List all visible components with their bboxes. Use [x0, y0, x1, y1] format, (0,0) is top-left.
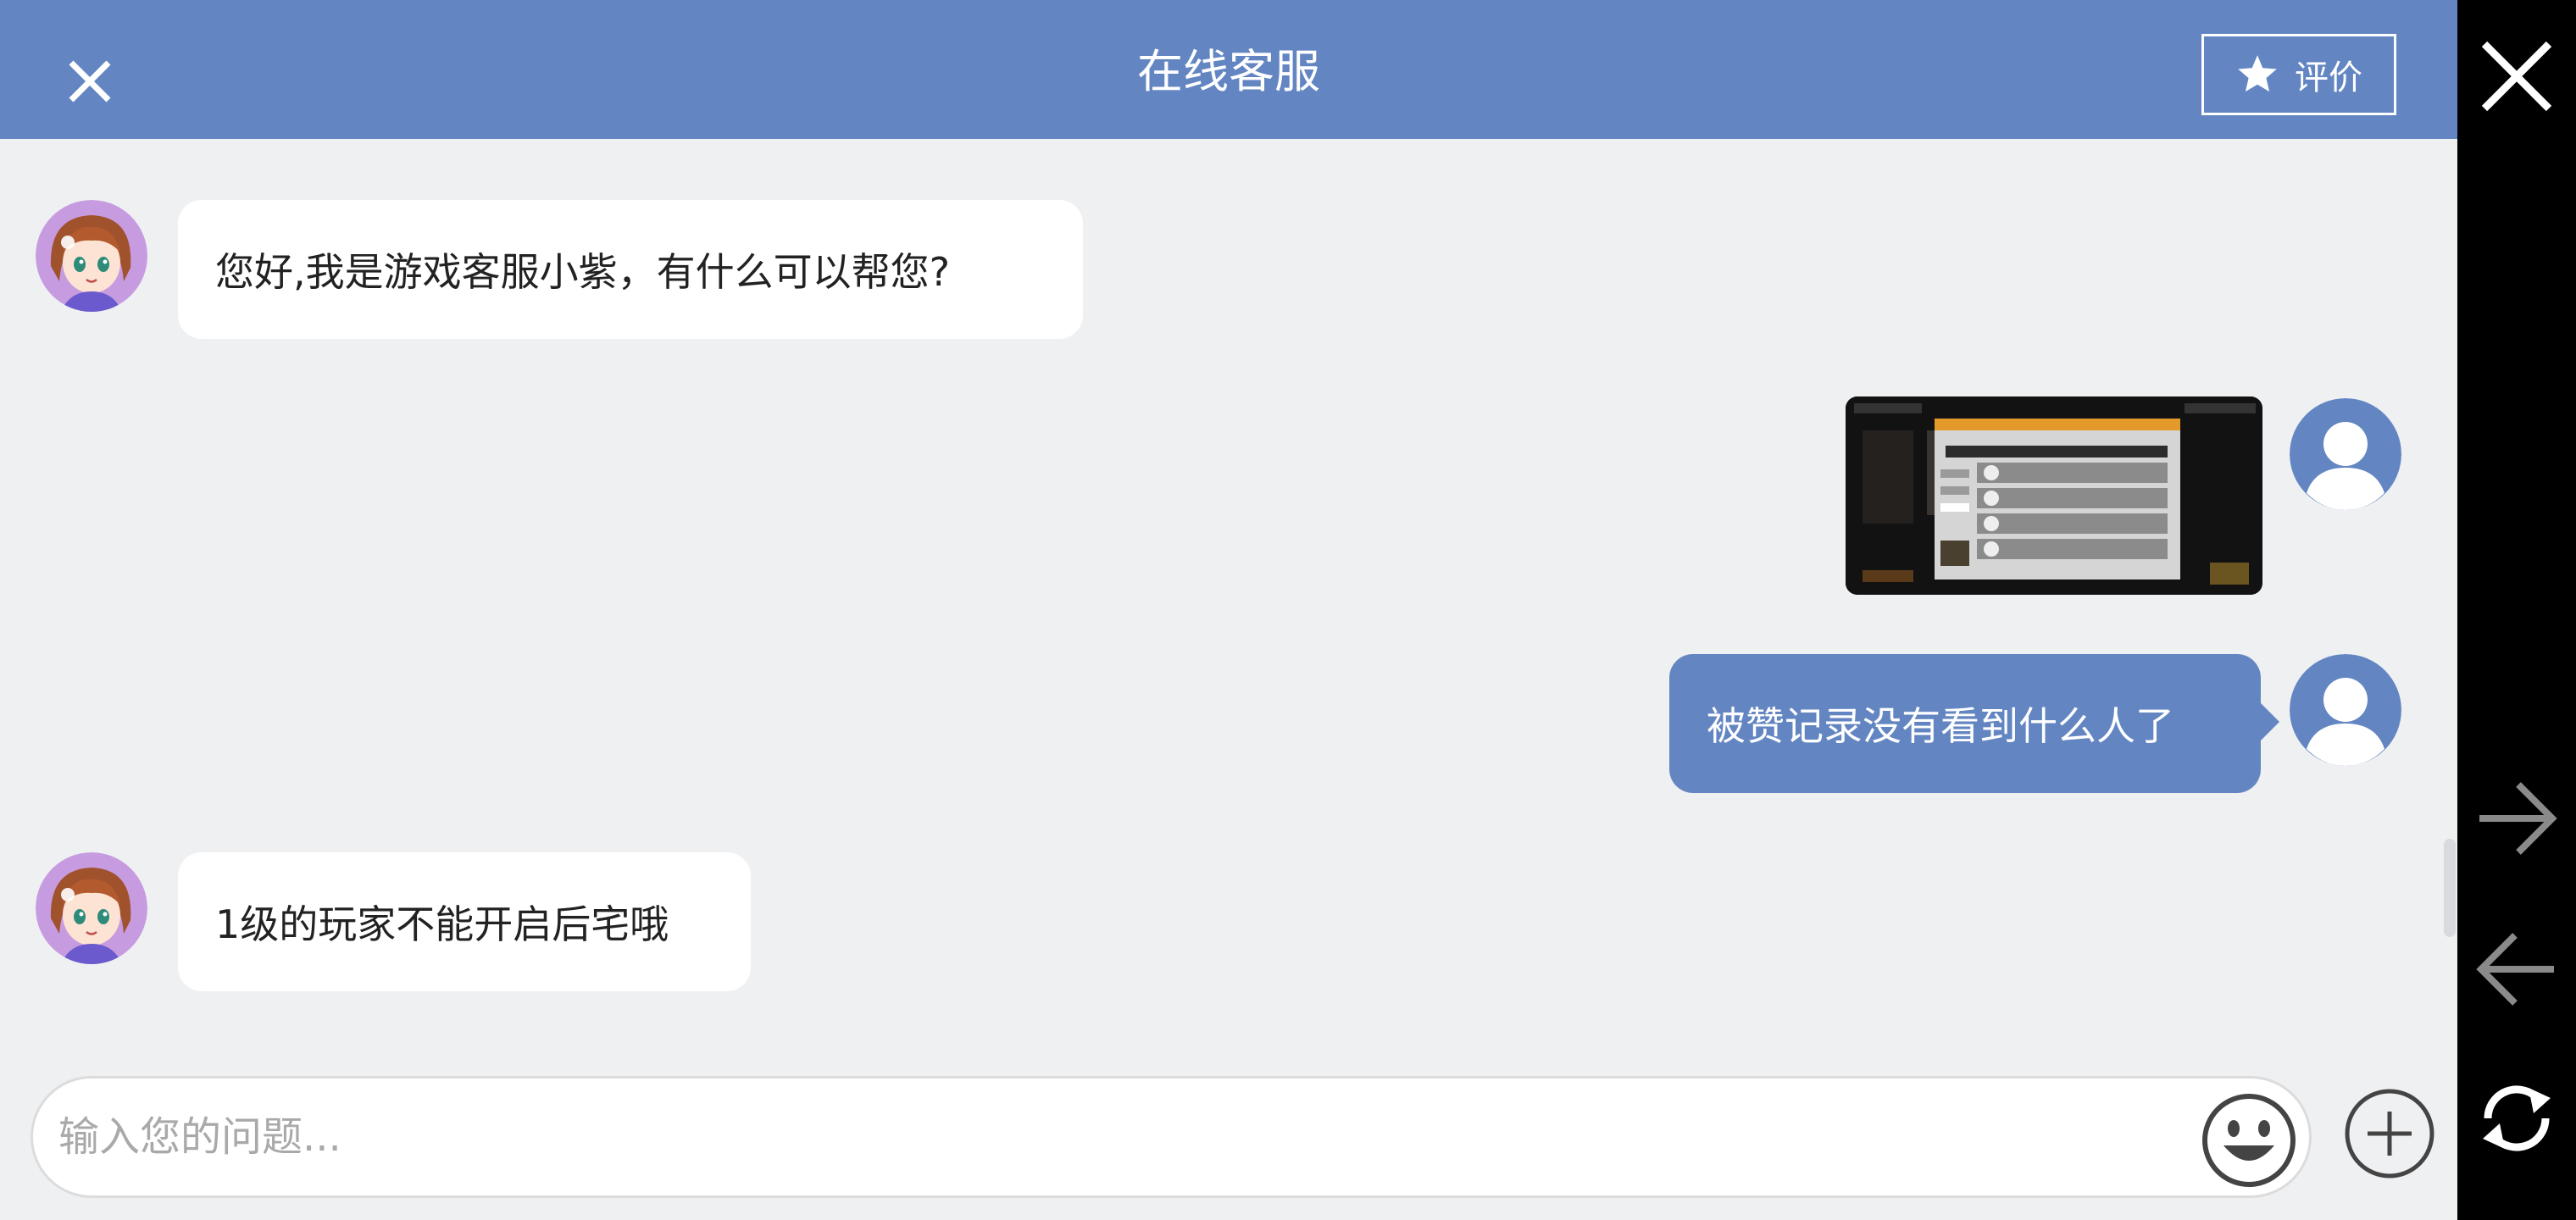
agent-message-bubble: 您好,我是游戏客服小紫，有什么可以帮您? — [178, 200, 1083, 339]
star-icon — [2238, 55, 2277, 92]
back-button[interactable] — [2474, 927, 2559, 1012]
agent-avatar — [36, 852, 147, 964]
agent-message-bubble: 1级的玩家不能开启后宅哦 — [178, 852, 751, 991]
agent-avatar — [36, 200, 147, 312]
arrow-left-icon — [2476, 933, 2554, 1006]
refresh-icon — [2483, 1085, 2551, 1151]
message-text: 1级的玩家不能开启后宅哦 — [215, 901, 669, 947]
rate-button-label: 评价 — [2295, 58, 2362, 97]
emoji-button[interactable] — [2200, 1091, 2298, 1190]
sent-image-thumbnail[interactable] — [1846, 396, 2262, 595]
add-attachment-button[interactable] — [2342, 1086, 2437, 1181]
user-avatar — [2290, 654, 2401, 766]
message-input-placeholder: 输入您的问题... — [58, 1113, 341, 1161]
input-bar: 输入您的问题... — [0, 1051, 2457, 1220]
refresh-button[interactable] — [2474, 1076, 2559, 1161]
message-text: 被赞记录没有看到什么人了 — [1707, 703, 2174, 749]
page-title: 在线客服 — [1137, 45, 1320, 98]
side-toolbar — [2457, 0, 2576, 1220]
rate-button[interactable]: 评价 — [2201, 34, 2396, 115]
header: 在线客服 评价 — [0, 0, 2457, 139]
message-text: 您好,我是游戏客服小紫，有什么可以帮您? — [215, 249, 951, 295]
smiley-icon — [2202, 1094, 2296, 1187]
scrollbar[interactable] — [2444, 839, 2456, 937]
arrow-right-icon — [2479, 782, 2557, 855]
user-message-bubble: 被赞记录没有看到什么人了 — [1669, 654, 2279, 793]
plus-circle-icon — [2345, 1089, 2434, 1178]
close-icon — [2481, 41, 2552, 112]
user-avatar — [2290, 398, 2401, 510]
message-input[interactable]: 输入您的问题... — [31, 1076, 2312, 1198]
sidebar-close-button[interactable] — [2474, 34, 2559, 119]
forward-button[interactable] — [2474, 776, 2559, 861]
